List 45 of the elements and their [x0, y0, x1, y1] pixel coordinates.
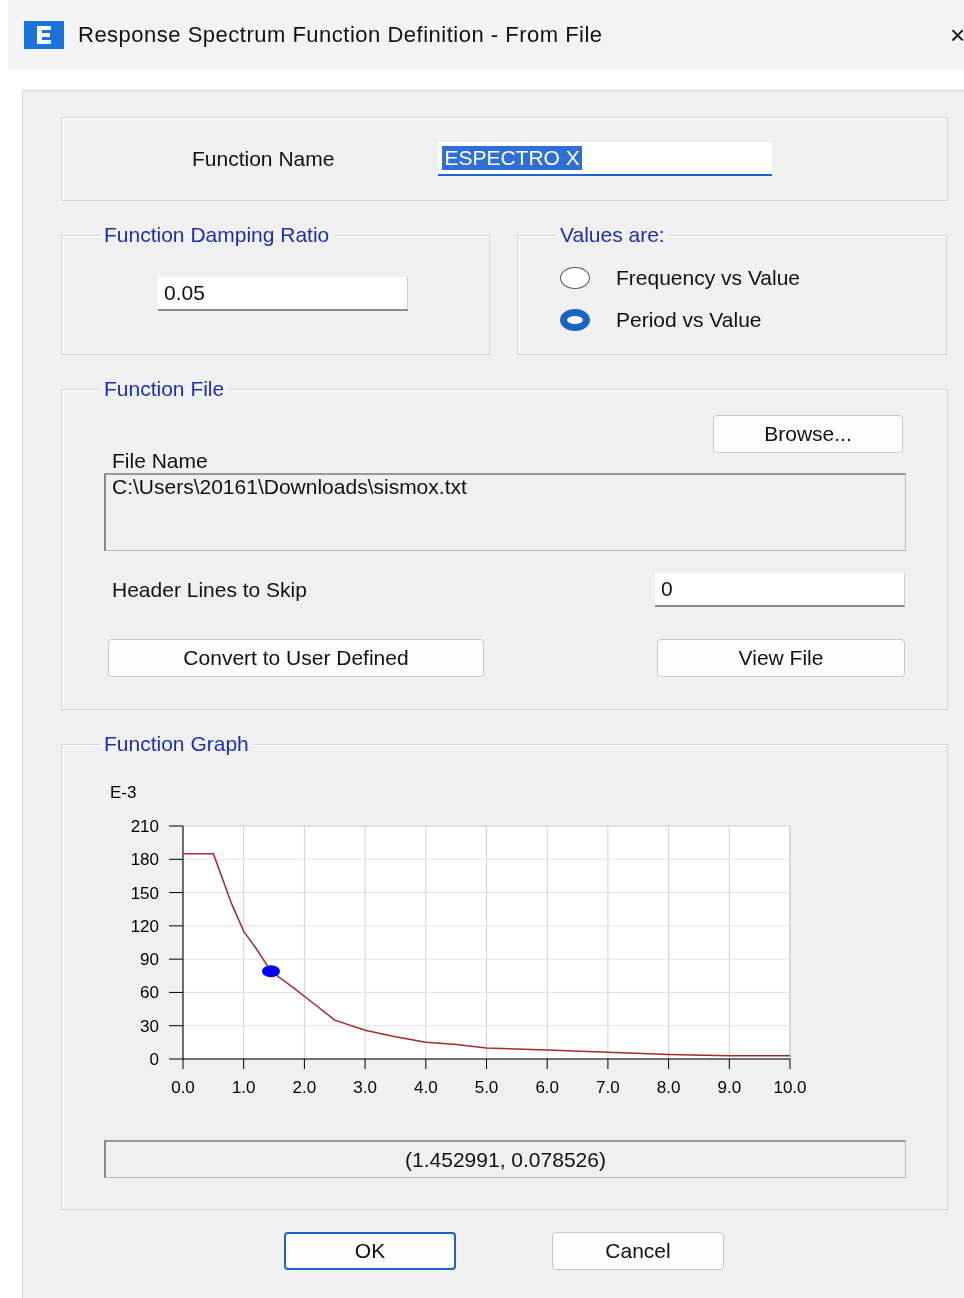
window-title: Response Spectrum Function Definition - From File	[78, 22, 604, 48]
y-tick-label: 0	[149, 1050, 159, 1069]
x-tick-label: 2.0	[292, 1078, 317, 1097]
radio-label[interactable]: Period vs Value	[616, 308, 762, 332]
field-label: File Name	[112, 449, 208, 472]
browse-button[interactable]: Browse...	[713, 415, 903, 453]
y-tick-label: 150	[130, 883, 159, 903]
close-button[interactable]: ×	[950, 19, 964, 51]
group-title: Function Damping Ratio	[103, 223, 331, 247]
x-tick-label: 9.0	[717, 1078, 742, 1097]
y-tick-label: 30	[140, 1016, 159, 1036]
cursor-point[interactable]	[262, 965, 280, 978]
y-tick-label: 180	[130, 850, 159, 870]
group-title: Function File	[103, 377, 226, 401]
group-title: Values are:	[559, 223, 666, 247]
x-tick-label: 4.0	[414, 1078, 438, 1097]
group-title: Function Graph	[103, 732, 250, 756]
file-name-field[interactable]: C:\Users\20161\Downloads\sismox.txt	[104, 473, 906, 551]
field-label: Function Name	[192, 147, 335, 171]
app-logo-icon	[24, 21, 64, 49]
x-tick-label: 7.0	[596, 1078, 620, 1097]
view-file-button[interactable]: View File	[657, 639, 905, 677]
radio-button[interactable]	[560, 309, 590, 331]
input-field[interactable]: 0	[655, 573, 905, 607]
dialog-button[interactable]: OK	[284, 1232, 456, 1270]
x-tick-label: 0.0	[171, 1078, 195, 1097]
radio-button[interactable]	[560, 267, 590, 289]
input-field[interactable]: ESPECTRO X	[438, 142, 773, 176]
x-tick-label: 8.0	[656, 1078, 681, 1097]
x-tick-label: 1.0	[231, 1078, 256, 1097]
x-tick-label: 10.0	[773, 1078, 807, 1097]
y-tick-label: 90	[140, 950, 159, 970]
y-tick-label: 210	[130, 817, 159, 836]
x-tick-label: 6.0	[535, 1078, 559, 1097]
field-label: Header Lines to Skip	[112, 578, 307, 602]
y-tick-label: 120	[130, 916, 159, 936]
radio-label[interactable]: Frequency vs Value	[616, 266, 801, 290]
x-tick-label: 5.0	[474, 1078, 499, 1097]
x-tick-label: 3.0	[353, 1078, 377, 1097]
y-tick-label: 60	[140, 983, 159, 1003]
dialog-button[interactable]: Cancel	[552, 1232, 724, 1270]
input-field[interactable]: 0.05	[158, 277, 408, 311]
convert-button[interactable]: Convert to User Defined	[108, 639, 484, 677]
axis-unit-label: E-3	[110, 783, 137, 802]
coordinate-readout: (1.452991, 0.078526)	[104, 1140, 906, 1178]
